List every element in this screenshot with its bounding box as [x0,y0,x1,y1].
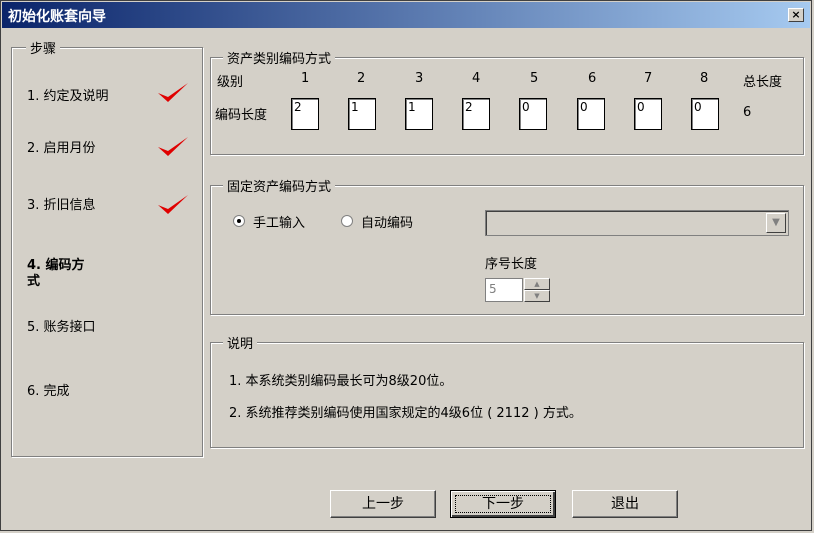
code-length-input-4[interactable]: 2 [462,98,490,130]
notes-group: 说明 [210,333,804,448]
code-length-input-8[interactable]: 0 [691,98,719,130]
asset-coding-legend: 固定资产编码方式 [223,176,336,195]
window-title: 初始化账套向导 [8,9,106,25]
total-length-label: 总长度 [743,75,783,90]
dropdown-arrow-icon[interactable]: ▼ [766,213,786,233]
wizard-window: 初始化账套向导 × 步骤 1. 约定及说明 2. 启用月份 3. 折旧信息 4.… [0,0,812,531]
level-8: 8 [700,71,709,86]
level-6: 6 [588,71,597,86]
code-length-input-1[interactable]: 2 [291,98,319,130]
code-length-input-6[interactable]: 0 [577,98,605,130]
level-2: 2 [357,71,366,86]
check-icon [158,83,188,102]
step-5: 5. 账务接口 [27,320,96,335]
total-length-value: 6 [743,105,752,120]
radio-selected-dot [237,219,241,223]
note-line-2: 2. 系统推荐类别编码使用国家规定的4级6位 ( 2112 ) 方式。 [229,406,582,421]
note-line-1: 1. 本系统类别编码最长可为8级20位。 [229,374,453,389]
code-length-label: 编码长度 [215,108,268,123]
level-1: 1 [301,71,310,86]
step-2: 2. 启用月份 [27,141,96,156]
code-length-input-3[interactable]: 1 [405,98,433,130]
notes-legend: 说明 [223,333,258,352]
spin-down-icon[interactable]: ▼ [524,290,550,302]
level-7: 7 [644,71,653,86]
check-icon [158,137,188,156]
check-icon [158,195,188,214]
auto-code-select[interactable]: ▼ [485,210,789,236]
level-3: 3 [415,71,424,86]
exit-button[interactable]: 退出 [572,490,678,518]
code-length-input-2[interactable]: 1 [348,98,376,130]
level-4: 4 [472,71,481,86]
step-3: 3. 折旧信息 [27,198,96,213]
previous-step-button[interactable]: 上一步 [330,490,436,518]
close-button[interactable]: × [788,8,804,22]
level-label: 级别 [217,75,244,90]
focus-rect [455,495,551,513]
step-4-line2: 式 [27,274,41,289]
title-bar: 初始化账套向导 × [2,2,810,28]
serial-length-label: 序号长度 [485,257,538,272]
step-6: 6. 完成 [27,384,70,399]
manual-input-label[interactable]: 手工输入 [253,212,305,231]
manual-input-radio[interactable] [233,215,245,227]
code-length-input-5[interactable]: 0 [519,98,547,130]
code-length-input-7[interactable]: 0 [634,98,662,130]
auto-code-radio[interactable] [341,215,353,227]
auto-code-label[interactable]: 自动编码 [361,212,413,231]
next-step-button[interactable]: 下一步 [450,490,556,518]
serial-length-input[interactable]: 5 [485,278,523,302]
spin-up-icon[interactable]: ▲ [524,278,550,290]
serial-length-spinner: ▲ ▼ [524,278,550,302]
level-5: 5 [530,71,539,86]
category-coding-legend: 资产类别编码方式 [223,48,336,67]
steps-legend: 步骤 [26,38,61,57]
step-1: 1. 约定及说明 [27,89,109,104]
